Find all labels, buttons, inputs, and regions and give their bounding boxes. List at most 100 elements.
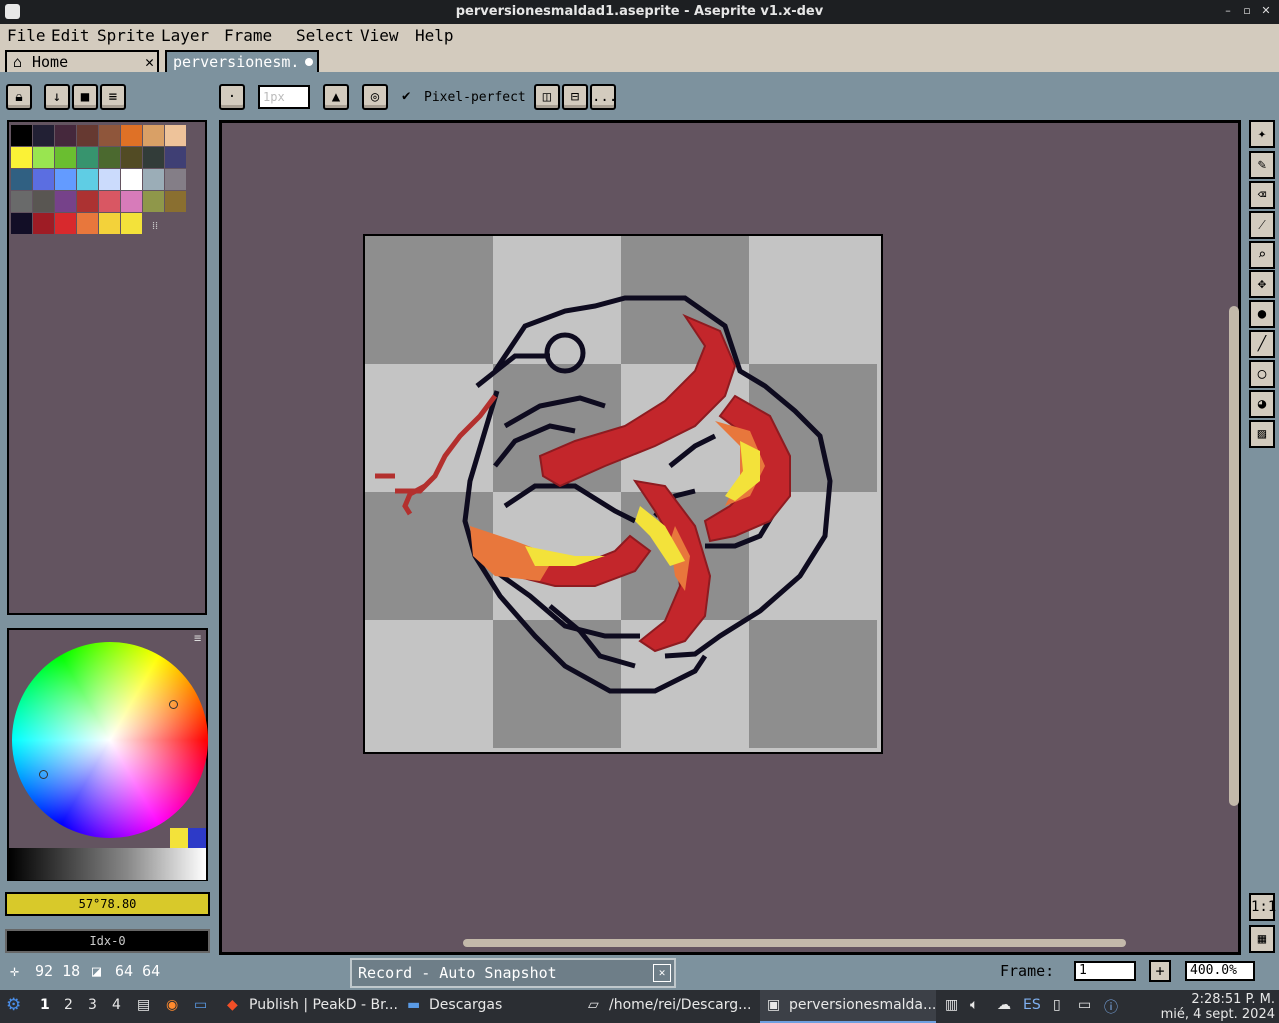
ink-icon[interactable]: ▲ <box>323 84 349 110</box>
tray-icon[interactable]: ▥ <box>945 997 958 1013</box>
palette-swatch[interactable] <box>165 125 186 146</box>
frame-input[interactable]: 1 <box>1074 961 1136 981</box>
minimize-button[interactable]: – <box>1221 4 1235 18</box>
palette-swatch[interactable] <box>165 191 186 212</box>
palette-swatch[interactable] <box>11 147 32 168</box>
palette-swatch[interactable] <box>99 191 120 212</box>
canvas-area[interactable] <box>219 120 1241 955</box>
palette-swatch[interactable] <box>77 169 98 190</box>
palette-swatch[interactable] <box>143 191 164 212</box>
color-wheel[interactable] <box>12 642 208 838</box>
palette-swatch[interactable] <box>99 147 120 168</box>
palette-swatch[interactable] <box>33 125 54 146</box>
eraser-icon[interactable]: ⌫ <box>1249 181 1275 209</box>
menu-frame[interactable]: Frame <box>224 26 272 45</box>
palette-swatch[interactable] <box>143 169 164 190</box>
vertical-scrollbar[interactable] <box>1229 306 1239 806</box>
palette-swatch[interactable] <box>121 125 142 146</box>
palette-swatch[interactable] <box>33 213 54 234</box>
palette-swatch[interactable] <box>77 147 98 168</box>
palette-swatch[interactable] <box>143 147 164 168</box>
pencil-icon[interactable]: ✎ <box>1249 151 1275 179</box>
menu-layer[interactable]: Layer <box>161 26 209 45</box>
checkmark-icon[interactable]: ✔ <box>402 88 410 104</box>
start-menu-icon[interactable]: ⚙ <box>6 995 21 1015</box>
palette-swatch[interactable] <box>121 169 142 190</box>
palette-swatch[interactable] <box>121 191 142 212</box>
palette-swatch[interactable] <box>55 191 76 212</box>
workspace-4[interactable]: 4 <box>112 997 121 1013</box>
tab-document[interactable]: perversionesm. <box>165 50 319 72</box>
palette-swatch[interactable] <box>11 125 32 146</box>
palette-swatch[interactable] <box>121 213 142 234</box>
taskbar-app-folder[interactable]: Descargas <box>429 997 502 1013</box>
keyboard-layout[interactable]: ES <box>1023 997 1041 1013</box>
palette-swatch[interactable] <box>99 169 120 190</box>
arrow-down-icon[interactable]: ↓ <box>44 84 70 110</box>
contour-icon[interactable]: ◕ <box>1249 390 1275 418</box>
zoom-one-to-one-icon[interactable]: 1:1 <box>1249 893 1276 921</box>
taskbar-app-editor[interactable]: /home/rei/Descarg... <box>609 997 752 1013</box>
workspace-2[interactable]: 2 <box>64 997 73 1013</box>
notification-icon[interactable]: ⓘ <box>1104 997 1118 1017</box>
palette-resize-icon[interactable]: ⁞⁞ <box>152 219 158 232</box>
foreground-color-field[interactable]: 57°78.80 <box>5 892 210 916</box>
palette-swatch[interactable] <box>121 147 142 168</box>
window-launcher-icon[interactable]: ▭ <box>194 997 207 1013</box>
stop-icon[interactable]: ■ <box>72 84 98 110</box>
menu-file[interactable]: File <box>7 26 46 45</box>
palette-swatch[interactable] <box>143 125 164 146</box>
clipboard-icon[interactable]: ▯ <box>1053 997 1061 1013</box>
close-tab-icon[interactable]: ✕ <box>145 52 154 72</box>
palette-swatch[interactable] <box>99 125 120 146</box>
paint-bucket-icon[interactable]: ● <box>1249 300 1275 328</box>
palette-swatch[interactable] <box>55 147 76 168</box>
close-notification-icon[interactable]: ✕ <box>653 964 671 982</box>
zoom-input[interactable]: 400.0% <box>1185 961 1255 981</box>
close-window-button[interactable]: ✕ <box>1259 4 1273 18</box>
workspace-3[interactable]: 3 <box>88 997 97 1013</box>
zoom-icon[interactable]: ⌕ <box>1249 241 1275 269</box>
palette-swatch[interactable] <box>55 125 76 146</box>
palette-swatch[interactable] <box>55 213 76 234</box>
palette-swatch[interactable] <box>99 213 120 234</box>
network-icon[interactable]: ▭ <box>1078 997 1091 1013</box>
palette-swatch[interactable] <box>33 169 54 190</box>
brush-size-input[interactable]: 1px <box>258 85 310 109</box>
palette-swatch[interactable] <box>77 191 98 212</box>
blur-icon[interactable]: ▨ <box>1249 420 1275 448</box>
value-slider[interactable] <box>9 848 206 880</box>
volume-icon[interactable]: 🔈︎ <box>970 997 978 1013</box>
background-color-field[interactable]: Idx-0 <box>5 929 210 953</box>
menu-help[interactable]: Help <box>415 26 454 45</box>
panel-menu-icon[interactable]: ≡ <box>194 631 201 645</box>
dynamics-icon[interactable]: ◎ <box>362 84 388 110</box>
palette-swatch[interactable] <box>33 147 54 168</box>
palette-swatch[interactable] <box>77 213 98 234</box>
workspace-1[interactable]: 1 <box>40 997 50 1013</box>
more-options-button[interactable]: ... <box>590 84 617 110</box>
palette-swatch[interactable] <box>11 213 32 234</box>
file-manager-launcher-icon[interactable]: ▤ <box>137 997 150 1013</box>
timeline-icon[interactable]: ▦ <box>1249 925 1275 953</box>
symmetry-vertical-icon[interactable]: ⊟ <box>562 84 588 110</box>
palette-swatch[interactable] <box>11 169 32 190</box>
lock-icon[interactable]: 🔒︎ <box>6 84 32 110</box>
marquee-wand-icon[interactable]: ✦ <box>1249 120 1275 148</box>
eyedropper-icon[interactable]: ⁄ <box>1249 211 1275 239</box>
maximize-button[interactable]: ▫ <box>1240 4 1254 18</box>
ellipse-icon[interactable]: ◯ <box>1249 360 1275 388</box>
palette-swatch[interactable] <box>33 191 54 212</box>
menu-select[interactable]: Select <box>296 26 354 45</box>
taskbar-app-browser[interactable]: Publish | PeakD - Br... <box>249 997 398 1013</box>
sprite-canvas[interactable] <box>363 234 883 754</box>
cloud-icon[interactable]: ☁ <box>997 997 1011 1013</box>
brave-icon[interactable]: ◆ <box>227 997 238 1013</box>
menu-sprite[interactable]: Sprite <box>97 26 155 45</box>
menu-lines-icon[interactable]: ≡ <box>100 84 126 110</box>
move-icon[interactable]: ✥ <box>1249 270 1275 298</box>
horizontal-scrollbar[interactable] <box>463 939 1126 947</box>
add-frame-icon[interactable]: + <box>1149 960 1171 982</box>
symmetry-horizontal-icon[interactable]: ◫ <box>534 84 560 110</box>
palette-swatch[interactable] <box>165 147 186 168</box>
